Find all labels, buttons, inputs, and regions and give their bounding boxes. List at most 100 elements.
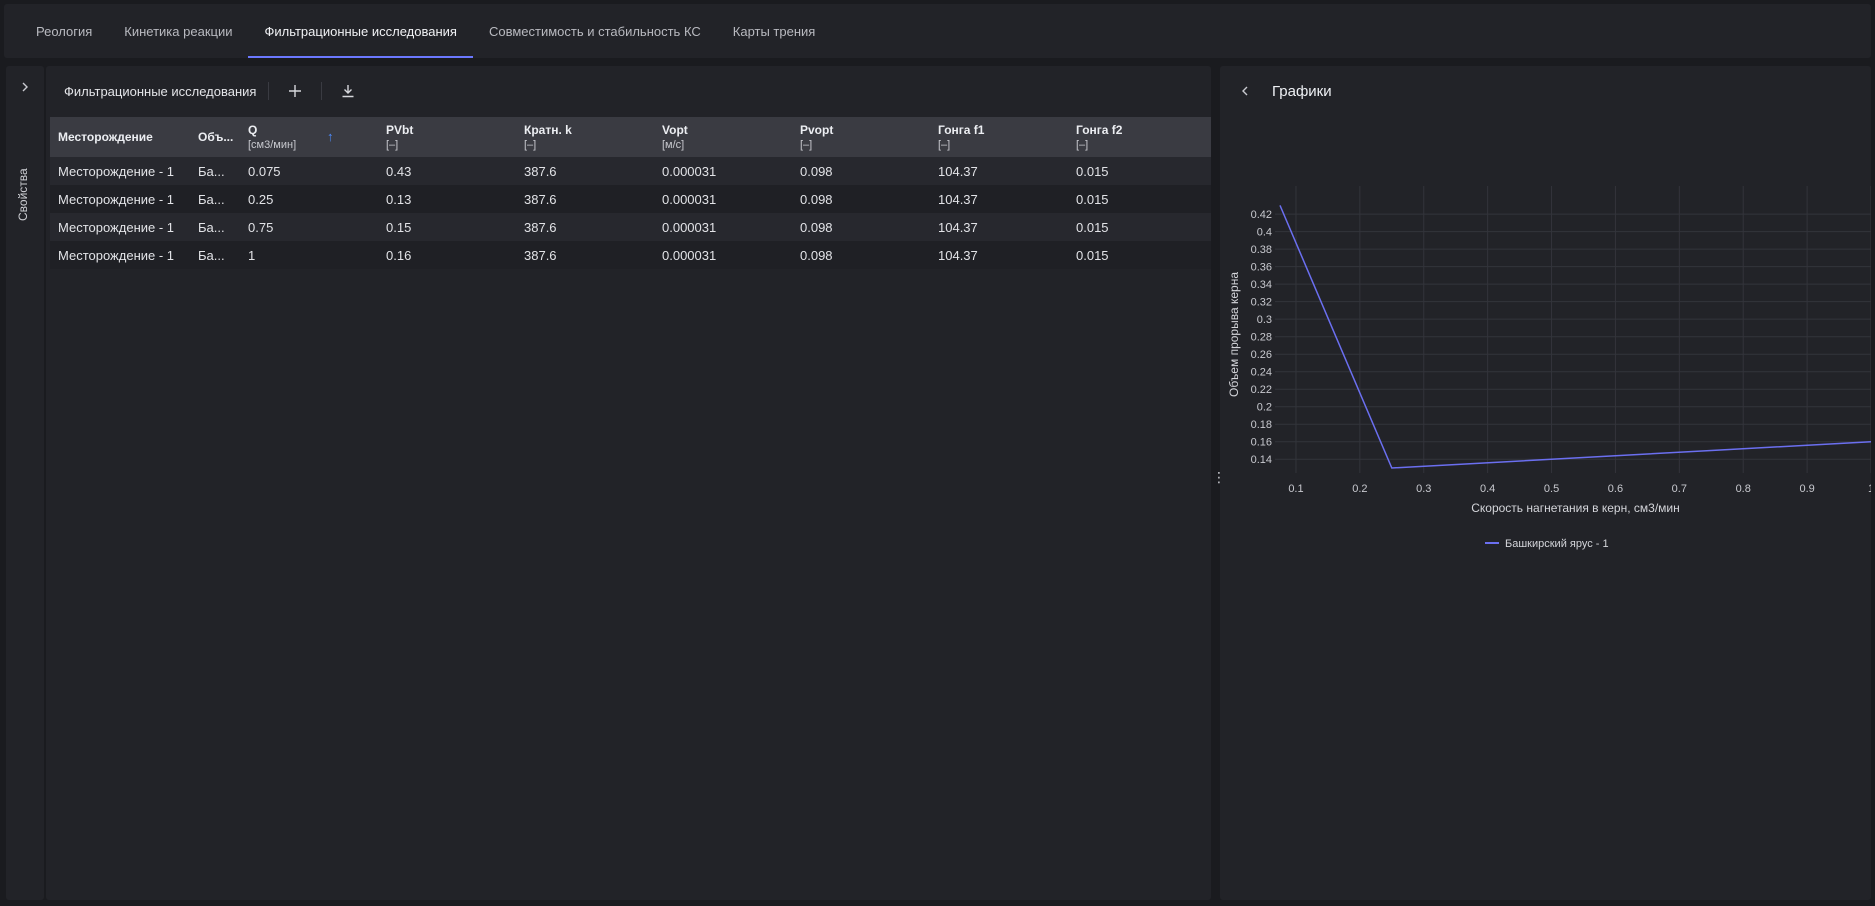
table-row[interactable]: Месторождение - 1 Ба... 1 0.16 387.6 0.0… xyxy=(50,241,1211,269)
column-header-gonga-f1[interactable]: Гонга f1 [–] xyxy=(930,117,1068,157)
column-label: Vopt xyxy=(662,123,688,137)
y-tick-label: 0.4 xyxy=(1257,227,1272,239)
y-tick-label: 0.24 xyxy=(1251,367,1272,379)
table-cell: 0.13 xyxy=(386,191,412,207)
x-tick-label: 0.2 xyxy=(1352,483,1367,495)
column-unit: [см3/мин] xyxy=(248,139,297,151)
charts-header: Графики xyxy=(1220,66,1871,116)
table-cell: 0.075 xyxy=(248,163,281,179)
table-cell: 387.6 xyxy=(524,163,557,179)
table-row[interactable]: Месторождение - 1 Ба... 0.25 0.13 387.6 … xyxy=(50,185,1211,213)
y-tick-label: 0.14 xyxy=(1251,454,1272,466)
filtration-table-panel: Фильтрационные исследования Месторождени… xyxy=(46,66,1211,900)
arrow-up-icon[interactable]: ↑ xyxy=(327,129,334,144)
table-cell: 1 xyxy=(248,247,256,263)
legend-label: Башкирский ярус - 1 xyxy=(1505,538,1609,550)
table-cell: 387.6 xyxy=(524,247,557,263)
column-label: Кратн. k xyxy=(524,123,572,137)
tab-reaction-kinetics[interactable]: Кинетика реакции xyxy=(108,4,248,58)
x-tick-label: 0.6 xyxy=(1608,483,1623,495)
y-axis-label: Объем прорыва керна xyxy=(1227,272,1241,397)
x-tick-label: 0.5 xyxy=(1544,483,1559,495)
column-label: PVbt xyxy=(386,123,414,137)
tab-friction-maps[interactable]: Карты трения xyxy=(717,4,832,58)
y-tick-label: 0.3 xyxy=(1257,314,1272,326)
column-header-pvopt[interactable]: Pvopt [–] xyxy=(792,117,930,157)
charts-panel: Графики 0.1 0.2 0.3 0.4 0.5 0.6 0.7 0.8 0.9 1 0.14… xyxy=(1220,66,1871,900)
table-cell: 0.16 xyxy=(386,247,412,263)
column-header-pvbt[interactable]: PVbt [–] xyxy=(378,117,516,157)
tab-filtration-studies[interactable]: Фильтрационные исследования xyxy=(248,4,474,58)
column-label: Объ... xyxy=(198,130,234,144)
chevron-right-icon[interactable] xyxy=(18,80,32,94)
table-cell: 0.000031 xyxy=(662,191,717,207)
line-chart: 0.1 0.2 0.3 0.4 0.5 0.6 0.7 0.8 0.9 1 0.14 0.16 0.18… xyxy=(1227,186,1871,550)
charts-title: Графики xyxy=(1272,82,1332,100)
table-cell: Ба... xyxy=(198,191,225,207)
table-cell: 0.015 xyxy=(1076,163,1109,179)
table-row[interactable]: Месторождение - 1 Ба... 0.075 0.43 387.6… xyxy=(50,157,1211,185)
column-header-gonga-f2[interactable]: Гонга f2 [–] xyxy=(1068,117,1206,157)
download-icon xyxy=(342,85,354,98)
download-button[interactable] xyxy=(334,77,362,105)
x-axis-label: Скорость нагнетания в керн, см3/мин xyxy=(1471,501,1680,515)
y-tick-label: 0.2 xyxy=(1257,402,1272,414)
column-label: Q xyxy=(248,123,258,137)
column-unit: [–] xyxy=(1076,139,1089,151)
column-unit: [–] xyxy=(524,139,537,151)
x-tick-label: 0.1 xyxy=(1288,483,1303,495)
properties-rail-label[interactable]: Свойства xyxy=(16,168,30,221)
table-cell: 104.37 xyxy=(938,219,978,235)
table-cell: Месторождение - 1 xyxy=(58,163,175,179)
table-cell: 0.015 xyxy=(1076,219,1109,235)
column-unit: [м/с] xyxy=(662,139,685,151)
x-tick-label: 0.3 xyxy=(1416,483,1431,495)
table-cell: Месторождение - 1 xyxy=(58,219,175,235)
app-root: Реология Кинетика реакции Фильтрационные… xyxy=(0,0,1875,906)
y-tick-label: 0.28 xyxy=(1251,332,1272,344)
table-cell: Месторождение - 1 xyxy=(58,247,175,263)
y-tick-label: 0.36 xyxy=(1251,262,1272,274)
filtration-table: Месторождение Объ... Q [см3/мин] ↑ PVbt … xyxy=(50,117,1211,269)
column-header-vopt[interactable]: Vopt [м/с] xyxy=(654,117,792,157)
y-tick-label: 0.22 xyxy=(1251,384,1272,396)
table-cell: 0.25 xyxy=(248,191,274,207)
column-header-k[interactable]: Кратн. k [–] xyxy=(516,117,654,157)
column-header-q[interactable]: Q [см3/мин] ↑ xyxy=(240,117,378,157)
toolbar-divider xyxy=(321,82,323,100)
table-row[interactable]: Месторождение - 1 Ба... 0.75 0.15 387.6 … xyxy=(50,213,1211,241)
table-cell: 0.75 xyxy=(248,219,274,235)
top-tabs: Реология Кинетика реакции Фильтрационные… xyxy=(4,4,1871,58)
table-cell: 0.098 xyxy=(800,163,833,179)
panel-resize-handle[interactable]: ⋮ xyxy=(1212,470,1226,494)
table-cell: 104.37 xyxy=(938,191,978,207)
y-tick-label: 0.42 xyxy=(1251,209,1272,221)
table-cell: 0.43 xyxy=(386,163,412,179)
table-cell: 0.098 xyxy=(800,219,833,235)
table-cell: 0.000031 xyxy=(662,163,717,179)
table-cell: Ба... xyxy=(198,163,225,179)
y-tick-label: 0.38 xyxy=(1251,244,1272,256)
y-tick-label: 0.32 xyxy=(1251,297,1272,309)
table-cell: 104.37 xyxy=(938,247,978,263)
column-unit: [–] xyxy=(938,139,951,151)
tab-compatibility-stability[interactable]: Совместимость и стабильность КС xyxy=(473,4,717,58)
table-cell: 0.015 xyxy=(1076,191,1109,207)
properties-rail: Свойства xyxy=(6,66,44,900)
plus-icon xyxy=(289,85,302,97)
y-tick-label: 0.34 xyxy=(1251,279,1272,291)
tab-rheology[interactable]: Реология xyxy=(20,4,108,58)
table-cell: 0.098 xyxy=(800,191,833,207)
x-tick-label: 0.7 xyxy=(1672,483,1687,495)
y-tick-label: 0.16 xyxy=(1251,437,1272,449)
table-cell: 0.000031 xyxy=(662,247,717,263)
chevron-left-icon[interactable] xyxy=(1238,83,1254,99)
column-header-field[interactable]: Месторождение xyxy=(50,117,190,157)
column-header-object[interactable]: Объ... xyxy=(190,117,240,157)
add-row-button[interactable] xyxy=(281,77,309,105)
column-unit: [–] xyxy=(386,139,399,151)
table-cell: 387.6 xyxy=(524,219,557,235)
toolbar-divider xyxy=(268,82,270,100)
x-tick-label: 0.4 xyxy=(1480,483,1495,495)
table-cell: 104.37 xyxy=(938,163,978,179)
